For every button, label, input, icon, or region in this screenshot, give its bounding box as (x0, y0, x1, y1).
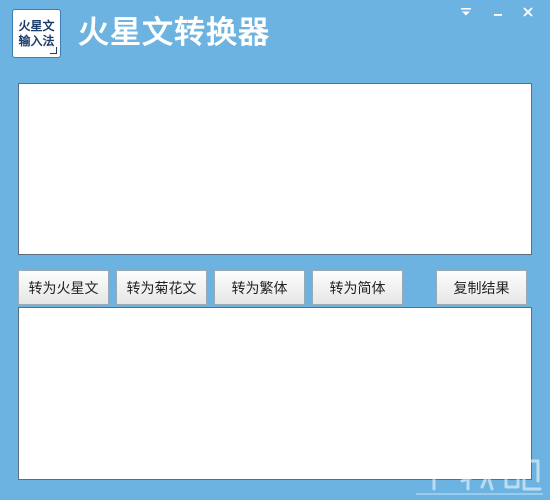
logo-corner-mark (50, 47, 57, 54)
close-icon[interactable] (514, 0, 542, 24)
logo-line-1: 火星文 (18, 18, 55, 33)
convert-to-simplified-button[interactable]: 转为简体 (312, 270, 403, 305)
convert-to-traditional-button[interactable]: 转为繁体 (214, 270, 305, 305)
copy-result-button[interactable]: 复制结果 (436, 270, 527, 305)
source-text-input[interactable] (18, 83, 532, 255)
watermark-logo (416, 443, 543, 495)
minimize-icon[interactable] (484, 0, 512, 24)
convert-to-mars-button[interactable]: 转为火星文 (18, 270, 109, 305)
app-logo: 火星文 输入法 (12, 9, 61, 58)
menu-icon[interactable] (452, 0, 480, 24)
app-title: 火星文转换器 (78, 15, 270, 51)
convert-to-chrysanthemum-button[interactable]: 转为菊花文 (116, 270, 207, 305)
